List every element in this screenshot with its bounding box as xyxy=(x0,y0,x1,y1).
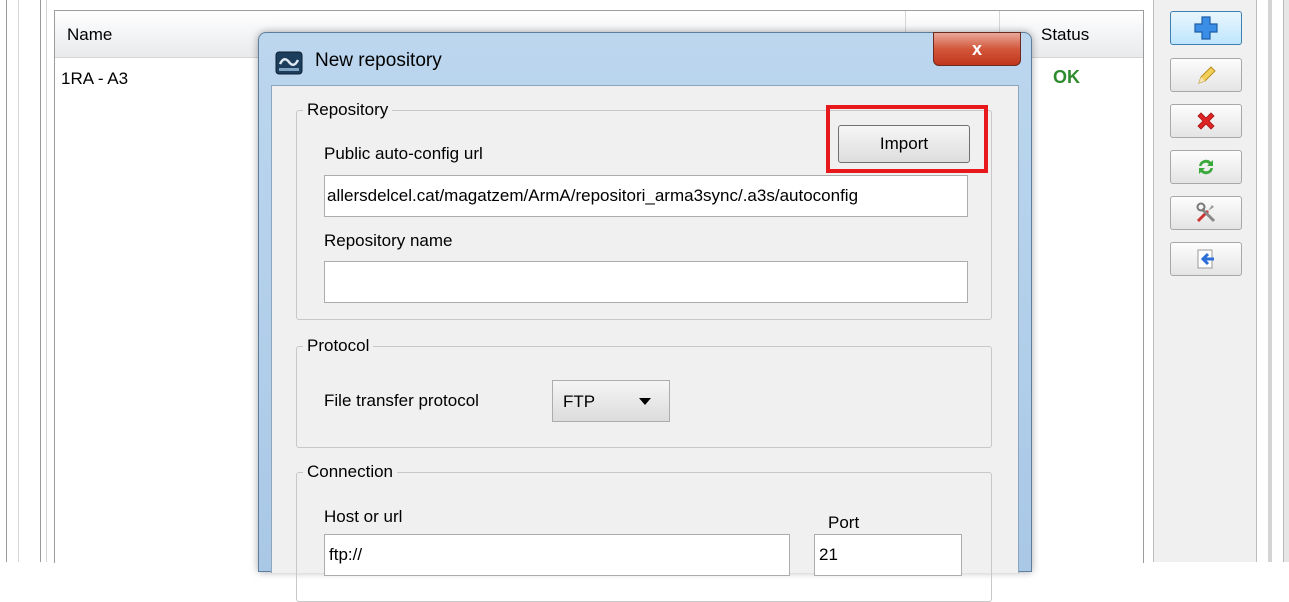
host-url-label: Host or url xyxy=(324,507,403,526)
dialog-title: New repository xyxy=(315,50,442,71)
connection-group: Connection xyxy=(296,462,992,602)
file-transfer-protocol-label: File transfer protocol xyxy=(324,391,479,410)
row-status-cell: OK xyxy=(1053,67,1080,87)
window-frame-line xyxy=(6,0,7,562)
edit-icon xyxy=(1198,66,1216,84)
protocol-group-legend: Protocol xyxy=(307,336,370,355)
autoconfig-url-value: allersdelcel.cat/magatzem/ArmA/repositor… xyxy=(327,186,859,205)
port-input[interactable]: 21 xyxy=(814,534,962,576)
repository-group-legend: Repository xyxy=(307,100,389,119)
window-frame-line xyxy=(40,0,41,562)
window-frame-line xyxy=(46,0,47,562)
app-icon xyxy=(275,51,303,75)
close-icon: x xyxy=(971,38,982,59)
protocol-select-value: FTP xyxy=(563,392,596,411)
sync-icon xyxy=(1199,159,1213,175)
autoconfig-url-input[interactable]: allersdelcel.cat/magatzem/ArmA/repositor… xyxy=(324,175,968,217)
sync-repository-button[interactable] xyxy=(1170,150,1242,184)
chevron-down-icon xyxy=(639,398,651,405)
add-repository-button[interactable] xyxy=(1170,11,1242,45)
tools-icon xyxy=(1196,202,1216,223)
autoconfig-url-label: Public auto-config url xyxy=(324,144,483,163)
protocol-select[interactable]: FTP xyxy=(552,380,670,422)
edit-repository-button[interactable] xyxy=(1170,58,1242,92)
repository-settings-button[interactable] xyxy=(1170,196,1242,230)
connection-group-legend: Connection xyxy=(307,462,394,481)
window-frame-edge xyxy=(1283,0,1289,562)
delete-icon xyxy=(1197,112,1215,130)
repository-toolbar xyxy=(1153,0,1257,562)
import-highlight-box xyxy=(826,105,988,173)
port-label: Port xyxy=(828,513,860,532)
repository-name-input[interactable] xyxy=(324,261,968,303)
host-url-value: ftp:// xyxy=(329,545,363,564)
port-value: 21 xyxy=(819,545,838,564)
add-icon xyxy=(1194,16,1218,40)
column-header-status[interactable]: Status xyxy=(1041,25,1089,45)
new-repository-dialog: New repository x Repository Import Publi… xyxy=(258,32,1032,602)
export-repository-button[interactable] xyxy=(1170,242,1242,276)
export-icon xyxy=(1197,249,1214,269)
dialog-content: Repository Import Public auto-config url… xyxy=(271,85,1019,602)
window-frame-edge xyxy=(1268,0,1272,562)
host-url-input[interactable]: ftp:// xyxy=(324,534,790,576)
row-name-cell: 1RA - A3 xyxy=(61,69,129,88)
repository-name-label: Repository name xyxy=(324,231,453,250)
window-frame-line xyxy=(18,0,19,562)
delete-repository-button[interactable] xyxy=(1170,104,1242,138)
column-header-name[interactable]: Name xyxy=(67,25,112,45)
close-button[interactable]: x xyxy=(933,32,1021,66)
